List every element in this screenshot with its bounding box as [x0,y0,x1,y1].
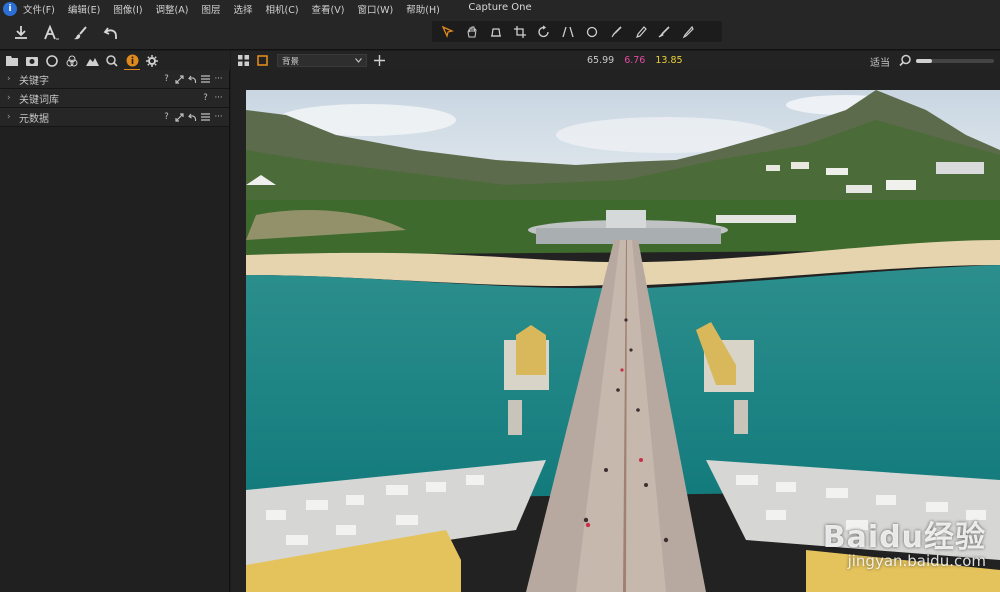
tool-label: 关键字 [19,75,49,87]
tools-panel: › 关键字 ? ··· › 关键词库 ? ··· › 元数据 ? ··· [0,70,230,592]
chevron-right-icon[interactable]: › [7,74,17,84]
rgb-readout: 65.99 6.76 13.85 [587,55,683,66]
watermark-main: Baidu经验 [822,520,986,555]
viewer-toolbar: 背景 65.99 6.76 13.85 适当 [231,51,1000,70]
app-logo-icon: i [3,1,17,16]
menu-layers[interactable]: 图层 [201,2,220,16]
menu-help[interactable]: 帮助(H) [406,2,440,16]
watermark: Baidu经验 jingyan.baidu.com [823,512,986,570]
help-icon[interactable]: ? [162,112,171,123]
capture-tab-icon[interactable] [24,53,40,69]
menu-edit[interactable]: 编辑(E) [68,2,100,16]
menu-file[interactable]: 文件(F) [23,2,55,16]
tool-label: 关键词库 [19,94,59,106]
image-viewer[interactable]: Baidu经验 jingyan.baidu.com [231,70,1000,592]
color-tab-icon[interactable] [64,53,80,69]
adjustments-tab-icon[interactable] [144,53,160,69]
reset-icon[interactable] [188,74,197,85]
red-value: 65.99 [587,55,615,66]
photo-preview[interactable]: Baidu经验 jingyan.baidu.com [246,90,1000,592]
menu-view[interactable]: 查看(V) [312,2,345,16]
pan-hand-icon[interactable] [462,22,481,41]
undo-icon[interactable] [100,21,122,45]
details-tab-icon[interactable] [104,53,120,69]
blue-value: 13.85 [655,55,683,66]
list-menu-icon[interactable] [201,74,210,85]
more-options-icon[interactable]: ··· [214,112,223,123]
color-picker-icon[interactable] [654,22,673,41]
chevron-down-icon [355,58,362,63]
fit-zoom-label[interactable]: 适当 [870,54,890,69]
layer-select[interactable]: 背景 [277,54,367,67]
add-layer-icon[interactable] [372,54,386,68]
link-icon[interactable] [175,74,184,85]
green-value: 6.76 [624,55,646,66]
menu-window[interactable]: 窗口(W) [357,2,393,16]
keystone-icon[interactable] [558,22,577,41]
layer-select-value: 背景 [282,56,300,67]
tool-tabs [0,51,230,71]
watermark-sub: jingyan.baidu.com [847,552,986,570]
menu-select[interactable]: 选择 [233,2,252,16]
link-icon[interactable] [175,112,184,123]
menu-image[interactable]: 图像(I) [113,2,142,16]
tool-keywords[interactable]: › 关键字 ? ··· [0,70,229,89]
tool-label: 元数据 [19,113,49,125]
lens-tab-icon[interactable] [44,53,60,69]
rotate-icon[interactable] [534,22,553,41]
zoom-slider-fill [916,59,932,63]
text-tool-icon[interactable] [40,21,62,45]
erase-mask-icon[interactable] [630,22,649,41]
menu-adjust[interactable]: 调整(A) [156,2,189,16]
zoom-slider[interactable] [916,59,994,63]
chevron-right-icon[interactable]: › [7,112,17,122]
help-icon[interactable]: ? [201,93,210,104]
crop-icon[interactable] [510,22,529,41]
main-toolbar [0,17,1000,50]
select-cursor-icon[interactable] [438,22,457,41]
zoom-icon[interactable] [899,54,912,67]
list-menu-icon[interactable] [201,112,210,123]
draw-mask-icon[interactable] [606,22,625,41]
grid-view-icon[interactable] [236,54,250,68]
tool-keyword-library[interactable]: › 关键词库 ? ··· [0,89,229,108]
reset-icon[interactable] [188,112,197,123]
metadata-tab-icon[interactable] [124,53,140,71]
spot-removal-icon[interactable] [582,22,601,41]
more-options-icon[interactable]: ··· [214,93,223,104]
annotate-icon[interactable] [678,22,697,41]
single-view-icon[interactable] [255,54,269,68]
exposure-tab-icon[interactable] [84,53,100,69]
loupe-icon[interactable] [486,22,505,41]
menu-camera[interactable]: 相机(C) [265,2,298,16]
more-options-icon[interactable]: ··· [214,74,223,85]
cursor-tools [432,21,722,42]
help-icon[interactable]: ? [162,74,171,85]
brush-icon[interactable] [70,21,92,45]
menu-bar: i 文件(F) 编辑(E) 图像(I) 调整(A) 图层 选择 相机(C) 查看… [0,0,1000,17]
tool-metadata[interactable]: › 元数据 ? ··· [0,108,229,127]
import-icon[interactable] [10,21,32,45]
chevron-right-icon[interactable]: › [7,93,17,103]
library-tab-icon[interactable] [4,53,20,69]
